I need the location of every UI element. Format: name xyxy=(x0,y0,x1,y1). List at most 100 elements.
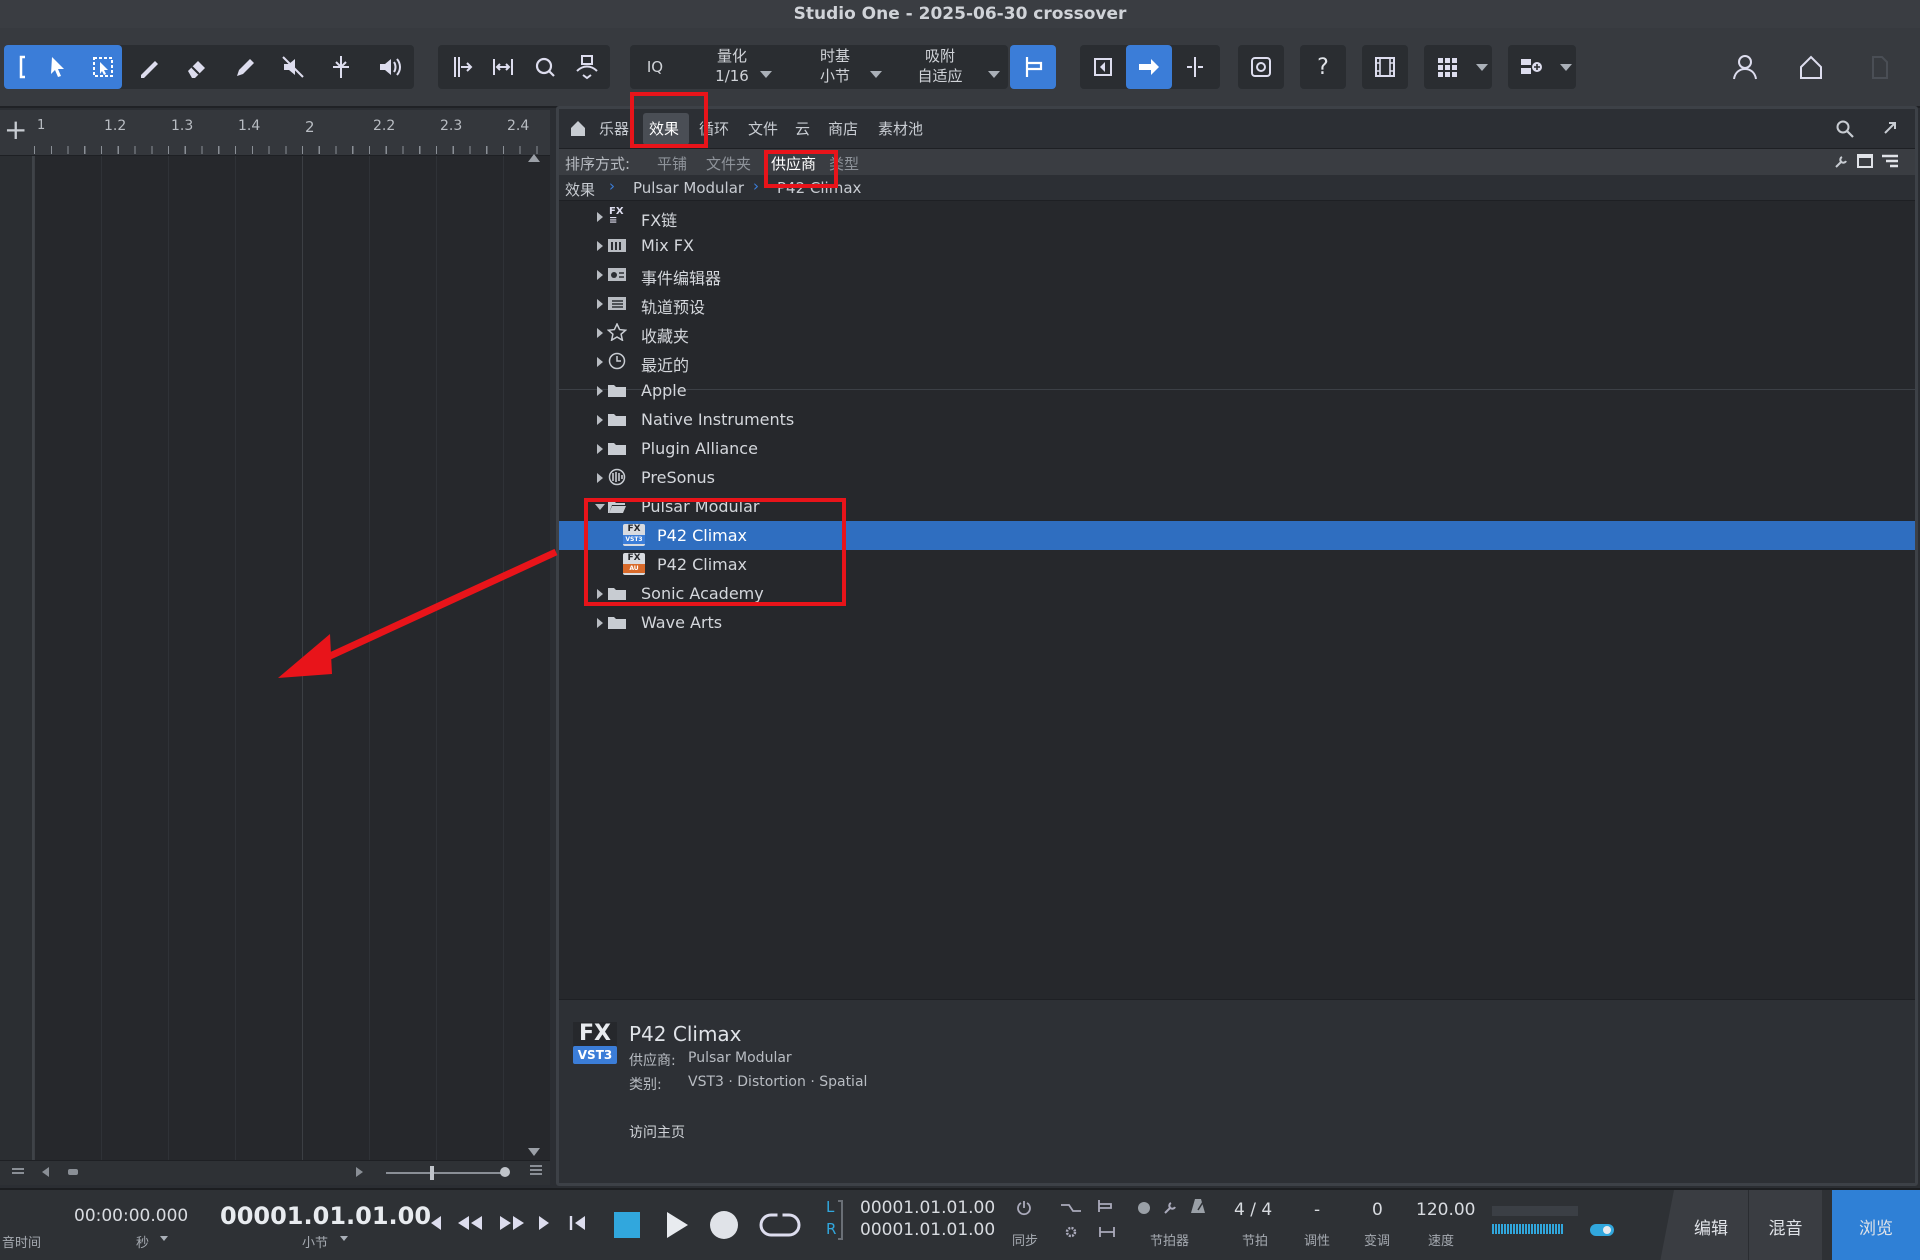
transpose-value[interactable]: 0 xyxy=(1372,1200,1383,1220)
chevron-right-icon[interactable] xyxy=(597,473,603,483)
listen-tool-icon[interactable] xyxy=(366,45,412,89)
loop-icon[interactable] xyxy=(758,1210,802,1244)
chevron-down-icon[interactable] xyxy=(870,71,882,78)
toggle-switch[interactable] xyxy=(1590,1224,1614,1236)
autoscroll-icon[interactable] xyxy=(564,45,610,89)
nav-mix[interactable]: 混音 xyxy=(1748,1190,1822,1260)
chevron-down-icon[interactable] xyxy=(760,71,772,78)
time-display[interactable]: 00:00:00.000 xyxy=(74,1206,188,1226)
tab-pool[interactable]: 素材池 xyxy=(878,118,923,139)
timeline-ruler[interactable]: + 1 1.2 1.3 1.4 2 2.2 2.3 2.4 xyxy=(0,110,550,162)
autopunch-icon[interactable] xyxy=(1098,1224,1116,1243)
paint-tool-icon[interactable] xyxy=(222,45,268,89)
chevron-right-icon[interactable] xyxy=(597,212,603,222)
tempo-value[interactable]: 120.00 xyxy=(1416,1200,1475,1220)
grid-layout-icon[interactable] xyxy=(1424,45,1470,89)
help-button[interactable]: ? xyxy=(1300,45,1346,89)
chevron-down-icon[interactable] xyxy=(340,1236,348,1241)
sort-folder[interactable]: 文件夹 xyxy=(706,153,751,174)
chevron-right-icon[interactable] xyxy=(597,618,603,628)
film-icon[interactable] xyxy=(1362,45,1408,89)
time-unit[interactable]: 秒 xyxy=(136,1232,149,1251)
eraser-tool-icon[interactable] xyxy=(174,45,220,89)
search-icon[interactable] xyxy=(1835,119,1855,143)
list-item[interactable]: Wave Arts xyxy=(559,608,1915,637)
scroll-right-icon[interactable] xyxy=(356,1167,363,1177)
split-tool-icon[interactable] xyxy=(126,45,172,89)
chevron-right-icon[interactable] xyxy=(597,241,603,251)
timebase-value[interactable]: 小节 xyxy=(795,66,875,86)
range-tool-icon[interactable] xyxy=(80,45,126,89)
focus-target-icon[interactable] xyxy=(1238,45,1284,89)
bend-tool-icon[interactable] xyxy=(318,45,364,89)
mute-tool-icon[interactable] xyxy=(270,45,316,89)
breadcrumb-effects[interactable]: 效果 xyxy=(565,179,595,200)
split-view-icon[interactable] xyxy=(1172,45,1218,89)
wrench-icon[interactable] xyxy=(1833,154,1849,174)
visit-homepage-link[interactable]: 访问主页 xyxy=(629,1122,685,1142)
tab-cloud[interactable]: 云 xyxy=(795,118,810,139)
stop-button[interactable] xyxy=(614,1212,640,1238)
iq-button[interactable]: IQ xyxy=(640,57,670,77)
position-unit[interactable]: 小节 xyxy=(302,1232,328,1251)
list-item[interactable]: Apple xyxy=(559,376,1915,405)
home-icon[interactable] xyxy=(569,119,587,141)
expand-icon[interactable] xyxy=(1881,119,1899,141)
list-item[interactable]: Mix FX xyxy=(559,231,1915,260)
add-track-icon[interactable]: + xyxy=(4,116,27,144)
snap-value[interactable]: 自适应 xyxy=(900,66,980,86)
time-signature-value[interactable]: 4 / 4 xyxy=(1234,1200,1272,1220)
nav-edit[interactable]: 编辑 xyxy=(1674,1190,1748,1260)
menu-lines-icon[interactable] xyxy=(12,1168,24,1170)
chevron-right-icon[interactable] xyxy=(597,415,603,425)
list-item[interactable]: 轨道预设 xyxy=(559,289,1915,318)
return-to-zero-icon[interactable] xyxy=(568,1214,588,1236)
scroll-left-icon[interactable] xyxy=(42,1167,49,1177)
back-to-start-icon[interactable] xyxy=(1080,45,1126,89)
nav-browse[interactable]: 浏览 xyxy=(1832,1190,1920,1260)
snap-grid-icon[interactable] xyxy=(438,45,484,89)
scroll-thumb[interactable] xyxy=(68,1169,78,1175)
list-item[interactable]: 最近的 xyxy=(559,347,1915,376)
rewind-bar-icon[interactable] xyxy=(428,1214,444,1236)
home-icon[interactable] xyxy=(1788,45,1834,89)
zoom-slider[interactable] xyxy=(386,1172,506,1174)
chevron-right-icon[interactable] xyxy=(597,299,603,309)
chevron-right-icon[interactable] xyxy=(597,444,603,454)
tab-files[interactable]: 文件 xyxy=(748,118,778,139)
loop-start-value[interactable]: 00001.01.01.00 xyxy=(860,1198,995,1218)
position-display[interactable]: 00001.01.01.00 xyxy=(220,1202,431,1230)
breadcrumb-vendor[interactable]: Pulsar Modular xyxy=(633,179,744,197)
forward-bar-icon[interactable] xyxy=(536,1214,552,1236)
horizontal-scrollbar[interactable] xyxy=(0,1160,550,1185)
play-button[interactable] xyxy=(664,1210,690,1244)
chevron-down-icon[interactable] xyxy=(1560,64,1572,71)
list-item[interactable]: Plugin Alliance xyxy=(559,434,1915,463)
scroll-up-icon[interactable] xyxy=(528,154,540,162)
chevron-right-icon[interactable] xyxy=(597,357,603,367)
key-value[interactable]: - xyxy=(1314,1200,1320,1220)
rewind-icon[interactable] xyxy=(456,1214,484,1236)
zoom-slider-end[interactable] xyxy=(500,1167,510,1177)
window-view-icon[interactable] xyxy=(1857,154,1873,168)
metronome-icon[interactable] xyxy=(1190,1198,1206,1218)
fast-forward-icon[interactable] xyxy=(498,1214,526,1236)
precount-icon[interactable] xyxy=(1060,1200,1082,1219)
user-icon[interactable] xyxy=(1722,45,1768,89)
list-item[interactable]: 收藏夹 xyxy=(559,318,1915,347)
loop-end-value[interactable]: 00001.01.01.00 xyxy=(860,1220,995,1240)
metronome-dot-icon[interactable] xyxy=(1138,1202,1150,1214)
search-zoom-icon[interactable] xyxy=(522,45,568,89)
power-icon[interactable] xyxy=(1016,1200,1032,1220)
chevron-down-icon[interactable] xyxy=(988,71,1000,78)
record-button[interactable] xyxy=(710,1211,738,1239)
chevron-down-icon[interactable] xyxy=(1476,64,1488,71)
list-item[interactable]: FX ≡ FX链 xyxy=(559,202,1915,231)
list-item[interactable]: PreSonus xyxy=(559,463,1915,492)
snap-toggle-icon[interactable] xyxy=(1010,45,1056,89)
chevron-down-icon[interactable] xyxy=(160,1236,168,1241)
tab-shop[interactable]: 商店 xyxy=(828,118,858,139)
wrench-icon[interactable] xyxy=(1162,1200,1178,1220)
add-panel-icon[interactable] xyxy=(1508,45,1554,89)
list-view-icon[interactable] xyxy=(1881,154,1899,174)
